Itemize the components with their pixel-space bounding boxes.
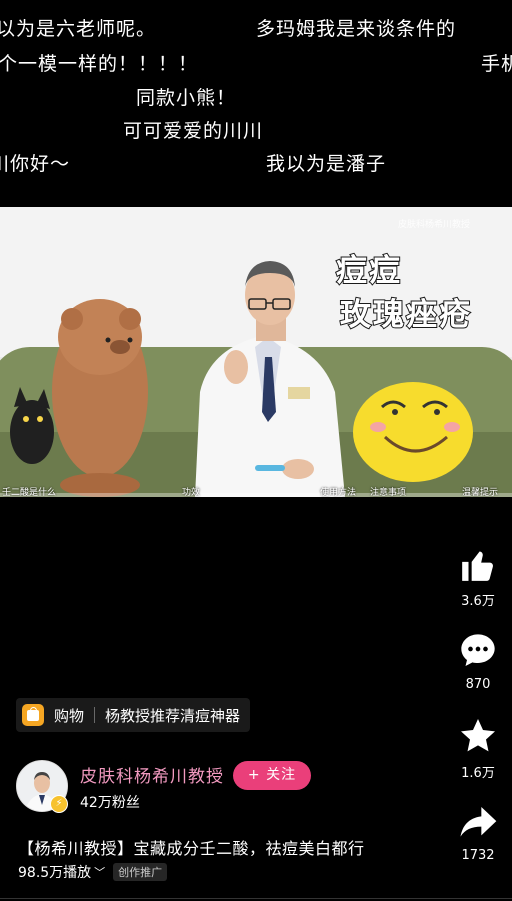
- chapter-label[interactable]: 功效: [182, 485, 200, 498]
- shopping-bag-icon: [22, 704, 44, 726]
- favorite-count: 1.6万: [461, 766, 495, 781]
- verified-badge-icon: ⚡: [50, 795, 68, 813]
- fans-count: 42万粉丝: [80, 795, 140, 811]
- play-count-row[interactable]: 98.5万播放 ﹀ 创作推广: [18, 862, 168, 882]
- danmaku-comment: 个一模一样的！！！！: [0, 53, 199, 75]
- chapter-label[interactable]: 壬二酸是什么: [2, 485, 56, 498]
- danmaku-comment: 以为是六老师呢。: [0, 18, 157, 40]
- comment-button[interactable]: 870: [448, 631, 508, 692]
- author-name[interactable]: 皮肤科杨希川教授: [80, 762, 224, 787]
- thumbs-up-icon: [462, 551, 493, 581]
- follow-button[interactable]: + 关注: [233, 761, 311, 790]
- favorite-button[interactable]: 1.6万: [448, 716, 508, 781]
- danmaku-comment: 我以为是潘子: [266, 153, 387, 175]
- chevron-down-icon: ﹀: [94, 866, 106, 879]
- share-arrow-icon: [460, 807, 497, 837]
- shopping-label: 购物: [54, 706, 85, 725]
- danmaku-comment: 同款小熊！: [136, 87, 237, 109]
- shopping-tag[interactable]: 购物 杨教授推荐清痘神器: [16, 698, 251, 732]
- product-name: 杨教授推荐清痘神器: [105, 706, 241, 725]
- divider: [94, 707, 96, 723]
- video-caption-line1: 痘痘: [335, 252, 402, 290]
- star-icon: [461, 719, 495, 752]
- danmaku-comment: 多玛姆我是来谈条件的: [256, 18, 457, 40]
- chapter-label[interactable]: 使用方法: [320, 485, 356, 498]
- chapter-label[interactable]: 注意事项: [370, 485, 406, 498]
- danmaku-comment: 手机: [481, 53, 512, 75]
- danmaku-layer: 以为是六老师呢。 多玛姆我是来谈条件的 个一模一样的！！！！ 手机 同款小熊！ …: [0, 0, 512, 205]
- play-count: 98.5万播放: [18, 865, 92, 881]
- video-caption-line2: 玫瑰痤疮: [339, 296, 472, 334]
- emoji-pillow: [353, 382, 473, 482]
- comment-bubble-icon: [461, 634, 495, 666]
- comment-count: 870: [465, 677, 491, 692]
- promotion-badge: 创作推广: [113, 863, 168, 881]
- share-button[interactable]: 1732: [448, 802, 508, 863]
- video-player[interactable]: 痘痘 玫瑰痤疮 皮肤科杨希川教授: [0, 207, 512, 497]
- danmaku-comment: 川你好～: [0, 153, 71, 175]
- chapter-label[interactable]: 温馨提示: [462, 485, 498, 498]
- like-button[interactable]: 3.6万: [448, 546, 508, 609]
- video-title[interactable]: 【杨希川教授】宝藏成分壬二酸，祛痘美白都行: [18, 835, 365, 859]
- like-count: 3.6万: [461, 594, 495, 609]
- danmaku-comment: 可可爱爱的川川: [123, 120, 264, 142]
- video-watermark: 皮肤科杨希川教授: [398, 220, 471, 230]
- divider: [0, 898, 512, 899]
- video-frame-illustration: [0, 207, 512, 497]
- share-count: 1732: [461, 848, 495, 863]
